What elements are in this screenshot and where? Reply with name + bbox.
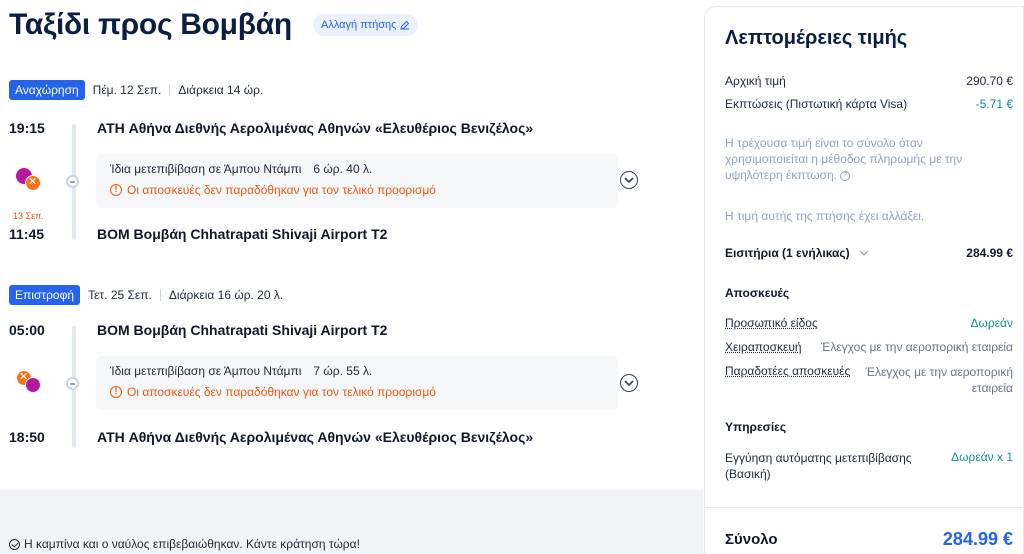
price-changed-note: Η τιμή αυτής της πτήσης έχει αλλάξει. xyxy=(725,209,925,223)
original-price-label: Αρχική τιμή xyxy=(725,74,786,88)
return-baggage-warning: Οι αποσκευές δεν παραδόθηκαν για τον τελ… xyxy=(127,385,436,399)
personal-item-label[interactable]: Προσωπικό είδος xyxy=(725,316,818,330)
divider xyxy=(169,84,171,96)
warning-icon: ! xyxy=(110,184,122,196)
total-label: Σύνολο xyxy=(725,531,778,548)
carry-on-row: Χειραποσκευή Έλεγχος με την αεροπορική ε… xyxy=(725,340,1013,354)
divider xyxy=(159,289,161,301)
tickets-label: Εισιτήρια (1 ενήλικας) xyxy=(725,246,850,260)
return-date: Τετ. 25 Σεπ. xyxy=(88,288,152,302)
return-departure-airport: BOM Βομβάη Chhatrapati Shivaji Airport T… xyxy=(97,322,388,338)
baggage-heading: Αποσκευές xyxy=(725,286,790,300)
total-value: 284.99 € xyxy=(942,529,1013,549)
divider xyxy=(705,507,1023,508)
page-title: Ταξίδι προς Βομβάη xyxy=(9,8,292,41)
change-flight-button[interactable]: Αλλαγή πτήσης xyxy=(313,14,419,36)
checked-baggage-label[interactable]: Παραδοτέες αποσκευές xyxy=(725,364,850,396)
tickets-value: 284.99 € xyxy=(966,246,1013,260)
tickets-row[interactable]: Εισιτήρια (1 ενήλικας) 284.99 € xyxy=(725,246,1013,260)
carry-on-value: Έλεγχος με την αεροπορική εταιρεία xyxy=(820,340,1013,354)
outbound-layover-text: Ίδια μετεπιβίβαση σε Άμπου Ντάμπι xyxy=(110,162,302,176)
outbound-duration: Διάρκεια 14 ώρ. xyxy=(178,83,264,97)
itinerary-panel: Ταξίδι προς Βομβάη Αλλαγή πτήσης Αναχώρη… xyxy=(0,0,703,554)
airline-logo-icon xyxy=(16,168,42,194)
carry-on-label[interactable]: Χειραποσκευή xyxy=(725,340,802,354)
personal-item-value: Δωρεάν xyxy=(970,316,1014,330)
confirmation-text: Η καμπίνα και ο ναύλος επιβεβαιώθηκαν. Κ… xyxy=(24,537,360,551)
outbound-layover-duration: 6 ώρ. 40 λ. xyxy=(313,162,373,176)
services-heading: Υπηρεσίες xyxy=(725,420,787,434)
outbound-date: Πέμ. 12 Σεπ. xyxy=(92,83,162,97)
discount-label: Εκπτώσεις (Πιστωτική κάρτα Visa) xyxy=(725,97,908,111)
checked-baggage-value: Έλεγχος με την αεροπορική εταιρεία xyxy=(865,365,1013,395)
checked-baggage-row: Παραδοτέες αποσκευές Έλεγχος με την αερο… xyxy=(725,364,1013,396)
return-arrival-time: 18:50 xyxy=(9,429,45,445)
tickets-toggle[interactable]: Εισιτήρια (1 ενήλικας) xyxy=(725,246,869,260)
outbound-departure-airport: ATH Αθήνα Διεθνής Αερολιμένας Αθηνών «Ελ… xyxy=(97,120,534,136)
price-details-title: Λεπτομέρειες τιμής xyxy=(725,27,908,49)
edit-icon xyxy=(400,20,410,30)
return-layover-text: Ίδια μετεπιβίβαση σε Άμπου Ντάμπι xyxy=(110,364,302,378)
outbound-layover-card: Ίδια μετεπιβίβαση σε Άμπου Ντάμπι 6 ώρ. 4… xyxy=(96,154,618,208)
confirmation-message: Η καμπίνα και ο ναύλος επιβεβαιώθηκαν. Κ… xyxy=(9,537,360,551)
return-layover-card: Ίδια μετεπιβίβαση σε Άμπου Ντάμπι 7 ώρ. 5… xyxy=(96,356,618,410)
personal-item-row: Προσωπικό είδος Δωρεάν xyxy=(725,316,1013,330)
return-departure-time: 05:00 xyxy=(9,322,45,338)
outbound-expand-chevron-icon[interactable] xyxy=(620,171,638,189)
outbound-badge: Αναχώρηση xyxy=(9,80,85,100)
check-circle-icon xyxy=(9,538,20,550)
return-duration: Διάρκεια 16 ώρ. 20 λ. xyxy=(168,288,284,302)
discount-value: -5.71 € xyxy=(975,97,1013,111)
airline-logo-icon xyxy=(16,370,42,396)
outbound-arrival-airport: BOM Βομβάη Chhatrapati Shivaji Airport T… xyxy=(97,226,388,242)
stop-icon xyxy=(66,377,79,390)
auto-checkin-value: Δωρεάν x 1 xyxy=(951,450,1013,464)
auto-checkin-label: Εγγύηση αυτόματης μετεπιβίβασης (Βασική) xyxy=(725,451,912,481)
outbound-departure-time: 19:15 xyxy=(9,120,45,136)
outbound-header: Αναχώρηση Πέμ. 12 Σεπ. Διάρκεια 14 ώρ. xyxy=(9,80,263,100)
chevron-down-icon xyxy=(859,250,869,256)
original-price-value: 290.70 € xyxy=(966,74,1013,88)
return-expand-chevron-icon[interactable] xyxy=(620,374,638,392)
change-flight-label: Αλλαγή πτήσης xyxy=(321,19,397,31)
auto-checkin-row: Εγγύηση αυτόματης μετεπιβίβασης (Βασική)… xyxy=(725,450,1013,482)
original-price-row: Αρχική τιμή 290.70 € xyxy=(725,74,1013,88)
outbound-arrival-date: 13 Σεπ. xyxy=(13,211,44,221)
return-layover-duration: 7 ώρ. 55 λ. xyxy=(313,364,373,378)
help-icon[interactable]: ? xyxy=(840,170,851,181)
return-badge: Επιστροφή xyxy=(9,285,81,305)
outbound-arrival-time: 11:45 xyxy=(9,226,45,242)
outbound-baggage-warning: Οι αποσκευές δεν παραδόθηκαν για τον τελ… xyxy=(127,183,436,197)
price-details-panel: Λεπτομέρειες τιμής Αρχική τιμή 290.70 € … xyxy=(704,6,1024,554)
price-note: Η τρέχουσα τιμή είναι το σύνολο όταν χρη… xyxy=(725,135,995,183)
stop-icon xyxy=(66,175,79,188)
discount-row: Εκπτώσεις (Πιστωτική κάρτα Visa) -5.71 € xyxy=(725,97,1013,111)
warning-icon: ! xyxy=(110,386,122,398)
return-header: Επιστροφή Τετ. 25 Σεπ. Διάρκεια 16 ώρ. 2… xyxy=(9,285,283,305)
return-arrival-airport: ATH Αθήνα Διεθνής Αερολιμένας Αθηνών «Ελ… xyxy=(97,429,534,445)
